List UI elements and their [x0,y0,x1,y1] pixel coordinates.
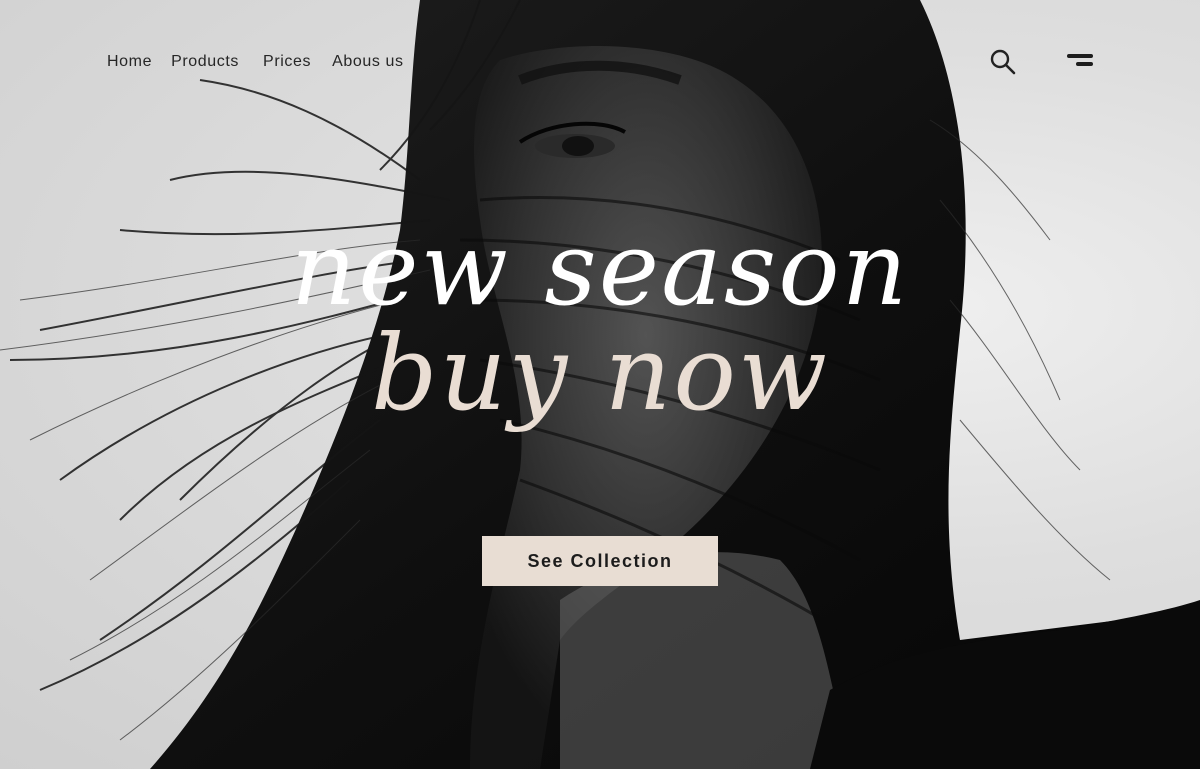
headline-buy-now: buy now [371,312,829,434]
search-button[interactable] [989,48,1017,76]
menu-button[interactable] [1064,50,1096,74]
see-collection-button[interactable]: See Collection [482,536,718,586]
nav-item-home[interactable]: Home [107,50,152,74]
hero-section: Home Products Prices Abous us new season… [0,0,1200,769]
nav-item-about-us[interactable]: Abous us [332,50,404,74]
menu-icon [1067,54,1093,58]
search-icon [990,49,1016,75]
nav-item-prices[interactable]: Prices [263,50,311,74]
nav-item-products[interactable]: Products [171,50,239,74]
menu-icon-bar [1076,62,1093,66]
main-nav: Home Products Prices Abous us [107,50,423,74]
